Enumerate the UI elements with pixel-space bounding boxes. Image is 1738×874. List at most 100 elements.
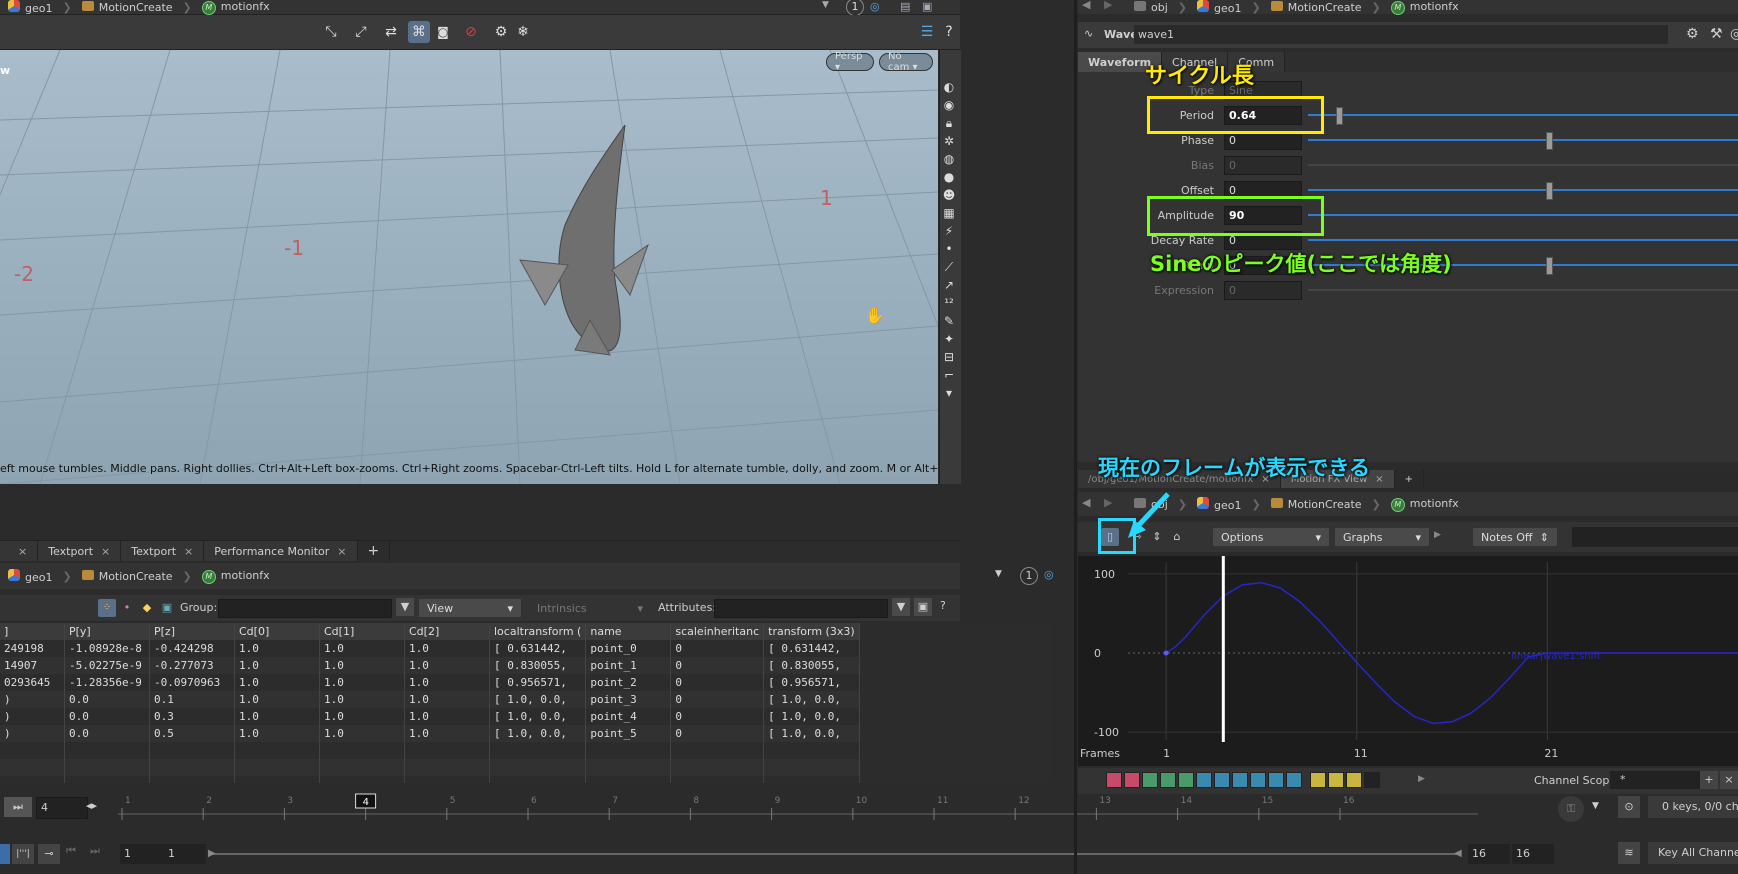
table-cell[interactable]: 1.0 [319, 725, 405, 742]
table-cell[interactable]: 1.0 [404, 640, 490, 657]
prims-mode-icon[interactable]: ◆ [138, 599, 156, 617]
table-cell[interactable]: 0293645 [0, 674, 65, 691]
display-icon[interactable]: ▣ [922, 0, 932, 13]
points-mode-icon[interactable]: ⁘ [98, 599, 116, 617]
numbers-icon[interactable]: ¹² [940, 294, 958, 312]
range-start-b[interactable]: 1 [164, 844, 206, 864]
curve-start-point[interactable] [1163, 650, 1169, 656]
channel-filter-button[interactable] [1310, 772, 1326, 788]
table-cell[interactable]: 1.0 [404, 725, 490, 742]
gear-icon[interactable]: ⚙ [490, 21, 512, 43]
path-geo1[interactable]: geo1 [1189, 496, 1249, 512]
path-obj[interactable]: obj [1126, 0, 1176, 14]
path-motioncreate[interactable]: MotionCreate [74, 569, 181, 583]
down-arrow-icon[interactable]: ▾ [940, 384, 958, 402]
path-geo1[interactable]: geo1 [0, 0, 60, 15]
snap-multi-icon[interactable]: ⇄ [380, 21, 402, 43]
back-arrow-icon[interactable]: ◀ [1082, 496, 1090, 509]
forward-arrow-icon[interactable]: ▶ [1104, 0, 1112, 11]
channel-filter-button[interactable] [1250, 772, 1266, 788]
vector-icon[interactable]: ↗ [940, 276, 958, 294]
param-slider[interactable] [1308, 239, 1738, 241]
table-cell[interactable]: ) [0, 691, 65, 708]
param-slider[interactable] [1308, 164, 1738, 166]
help-icon[interactable]: ? [938, 21, 960, 43]
table-cell[interactable]: ) [0, 725, 65, 742]
param-slider-knob[interactable] [1546, 257, 1553, 275]
tab-textport-2[interactable]: Textport × [121, 541, 205, 561]
vertices-mode-icon[interactable]: • [118, 599, 136, 617]
add-pane-tab-button[interactable]: + [1395, 470, 1425, 488]
table-cell[interactable]: 1.0 [234, 691, 320, 708]
param-field[interactable]: 0 [1224, 155, 1302, 175]
table-cell[interactable]: -1.28356e-9 [64, 674, 150, 691]
path-motionfx[interactable]: Mmotionfx [1383, 497, 1467, 512]
channel-filter-button[interactable] [1268, 772, 1284, 788]
param-slider[interactable] [1308, 139, 1738, 141]
col-cd1[interactable]: Cd[1] [319, 623, 405, 640]
table-cell[interactable]: 0 [670, 674, 765, 691]
close-icon[interactable]: × [184, 545, 193, 558]
notes-input[interactable] [1572, 527, 1738, 547]
table-cell[interactable]: 1.0 [404, 691, 490, 708]
table-cell[interactable]: [ 0.631442, [489, 640, 587, 657]
channel-filter-button[interactable] [1346, 772, 1362, 788]
table-cell[interactable]: [ 0.956571, [489, 674, 587, 691]
forward-arrow-icon[interactable]: ▶ [1104, 496, 1112, 509]
table-cell[interactable]: 0 [670, 691, 765, 708]
table-row[interactable]: 249198 -1.08928e-8 -0.424298 1.0 1.0 1.0[ 0.6… [0, 640, 860, 657]
col-name[interactable]: name [585, 623, 672, 640]
audio-icon[interactable]: |'''| [12, 844, 34, 864]
table-cell[interactable]: point_2 [585, 674, 672, 691]
table-cell[interactable]: 1.0 [319, 674, 405, 691]
table-cell[interactable]: [ 0.631442, [763, 640, 860, 657]
intrinsics-dropdown[interactable]: Intrinsics ▾ [528, 598, 652, 618]
table-cell[interactable]: point_0 [585, 640, 672, 657]
persp-button[interactable]: Persp ▾ [826, 51, 874, 73]
range-end-a[interactable]: 16 [1468, 844, 1510, 864]
sheet-pin-counter[interactable]: 1 [1020, 567, 1038, 585]
col-cd0[interactable]: Cd[0] [234, 623, 320, 640]
handle-icon[interactable]: ⌘ [408, 21, 430, 43]
table-row[interactable]: 14907 -5.02275e-9 -0.277073 1.0 1.0 1.0[ 0.83… [0, 657, 860, 674]
light-icon[interactable]: ✲ [940, 132, 958, 150]
channel-list-icon[interactable]: ≋ [1618, 842, 1640, 864]
close-icon[interactable]: × [18, 545, 27, 558]
table-row[interactable]: ) 0.0 0.5 1.0 1.0 1.0[ 1.0, 0.0, point_5 0[ 1.0… [0, 725, 860, 742]
path-motioncreate[interactable]: MotionCreate [74, 0, 181, 14]
table-cell[interactable]: 0 [670, 640, 765, 657]
options-icon[interactable]: ☰ [916, 21, 938, 43]
tab-performance-monitor[interactable]: Performance Monitor × [204, 541, 358, 561]
channel-filter-button[interactable] [1142, 772, 1158, 788]
table-cell[interactable]: point_5 [585, 725, 672, 742]
tab-textport-1[interactable]: Textport × [38, 541, 122, 561]
node-wand-icon[interactable]: ⚒ [1710, 26, 1723, 42]
col-transform[interactable]: transform (3x3) [763, 623, 860, 640]
path-motioncreate[interactable]: MotionCreate [1263, 497, 1370, 511]
path-geo1[interactable]: geo1 [0, 568, 60, 584]
table-cell[interactable]: 0 [670, 657, 765, 674]
sheet-help-icon[interactable]: ? [940, 599, 946, 612]
range-slider-left-handle[interactable]: ▶ [208, 848, 216, 859]
table-cell[interactable]: 0.5 [149, 725, 235, 742]
attributes-filter-icon[interactable]: ▼ [892, 598, 910, 616]
table-cell[interactable]: 14907 [0, 657, 65, 674]
corner-icon[interactable]: ⌐ [940, 366, 958, 384]
channel-filter-button[interactable] [1196, 772, 1212, 788]
motion-chart-svg[interactable]: 1 11 211000-100Frameslinear|wave1:shift [1078, 556, 1738, 766]
table-cell[interactable]: [ 0.830055, [489, 657, 587, 674]
table-cell[interactable]: 1.0 [234, 640, 320, 657]
camera-icon[interactable]: ◙ [432, 21, 454, 43]
options-dropdown[interactable]: Options ▾ [1212, 527, 1330, 547]
channel-filter-button[interactable] [1106, 772, 1122, 788]
table-cell[interactable]: 1.0 [234, 657, 320, 674]
channel-filter-button[interactable] [1328, 772, 1344, 788]
normals-icon[interactable]: ⟋ [940, 258, 958, 276]
param-field[interactable]: 0 [1224, 280, 1302, 300]
link-icon[interactable]: ◎ [870, 0, 880, 13]
range-slider[interactable] [210, 853, 1460, 855]
points-icon[interactable]: • [940, 240, 958, 258]
path-motionfx[interactable]: Mmotionfx [194, 569, 278, 584]
node-help-icon[interactable]: ◎ [1730, 26, 1738, 42]
group-filter-icon[interactable]: ▼ [396, 598, 414, 616]
